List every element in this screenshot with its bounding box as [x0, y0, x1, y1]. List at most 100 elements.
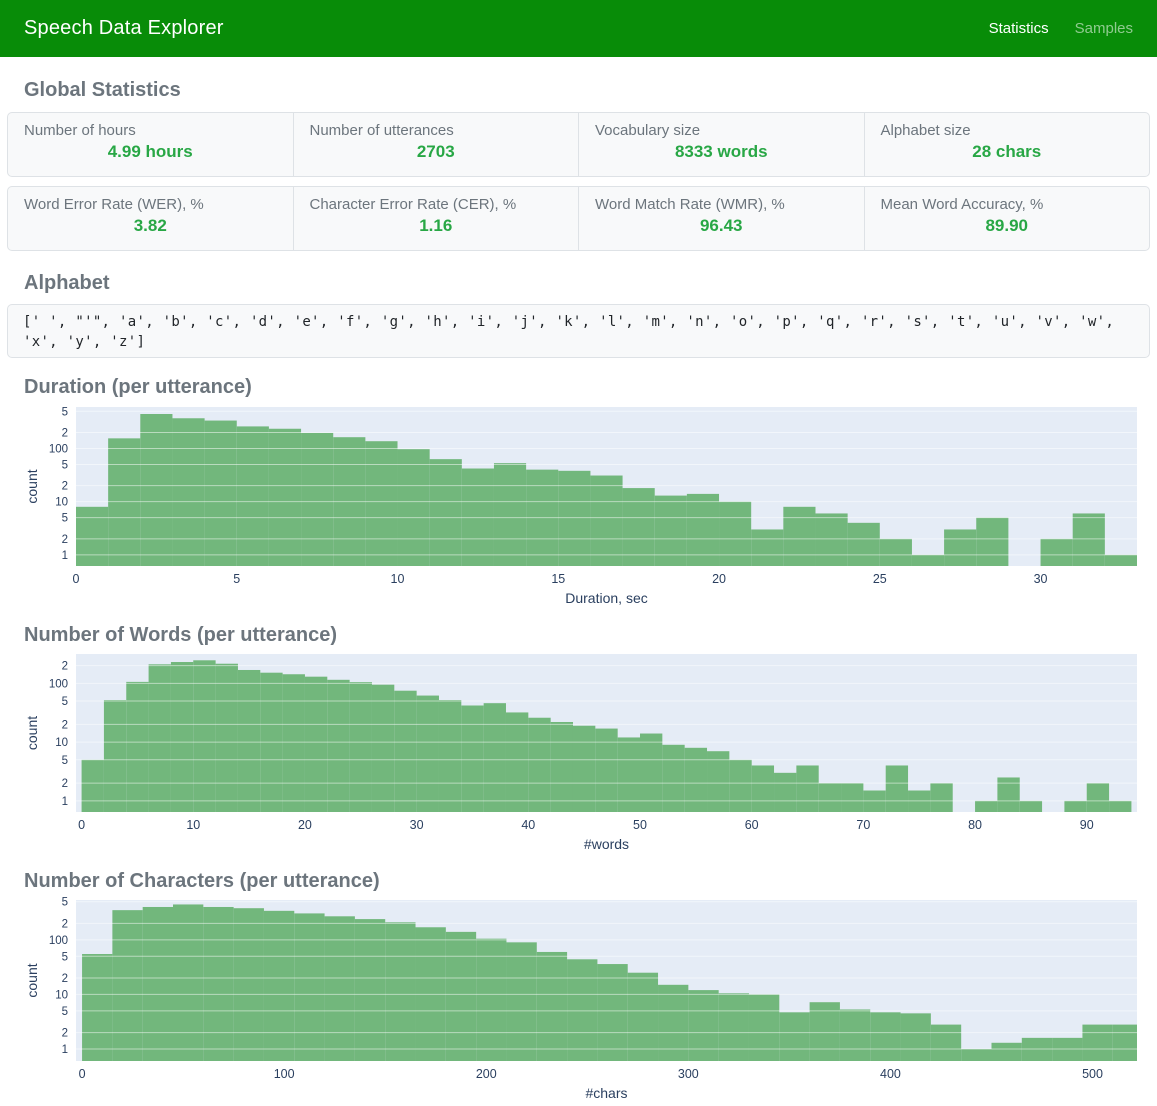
- histogram-bar[interactable]: [325, 916, 355, 1061]
- histogram-bar[interactable]: [1020, 801, 1042, 812]
- histogram-bar[interactable]: [961, 1049, 991, 1061]
- histogram-bar[interactable]: [783, 507, 815, 566]
- histogram-bar[interactable]: [108, 438, 140, 566]
- histogram-bar[interactable]: [238, 670, 260, 812]
- histogram-bar[interactable]: [707, 751, 729, 812]
- histogram-bar[interactable]: [112, 910, 142, 1061]
- histogram-bar[interactable]: [494, 463, 526, 566]
- histogram-bar[interactable]: [779, 1012, 809, 1061]
- histogram-bar[interactable]: [597, 964, 627, 1061]
- histogram-bar[interactable]: [944, 529, 976, 566]
- histogram-bar[interactable]: [476, 939, 506, 1061]
- histogram-bar[interactable]: [203, 907, 233, 1061]
- histogram-bar[interactable]: [719, 993, 749, 1061]
- histogram-bar[interactable]: [688, 990, 718, 1061]
- histogram-bar[interactable]: [430, 459, 462, 566]
- histogram-bar[interactable]: [976, 518, 1008, 566]
- histogram-bar[interactable]: [172, 418, 204, 566]
- histogram-bar[interactable]: [640, 734, 662, 812]
- histogram-bar[interactable]: [880, 539, 912, 566]
- histogram-bar[interactable]: [484, 703, 506, 812]
- duration-histogram[interactable]: 521005210521051015202530Duration, seccou…: [7, 399, 1157, 606]
- histogram-bar[interactable]: [840, 1009, 870, 1061]
- histogram-bar[interactable]: [573, 726, 595, 812]
- histogram-bar[interactable]: [76, 507, 108, 566]
- histogram-bar[interactable]: [749, 994, 779, 1061]
- histogram-bar[interactable]: [931, 1025, 961, 1061]
- histogram-bar[interactable]: [264, 911, 294, 1061]
- histogram-bar[interactable]: [997, 777, 1019, 812]
- histogram-bar[interactable]: [385, 922, 415, 1061]
- histogram-bar[interactable]: [446, 932, 476, 1061]
- histogram-bar[interactable]: [294, 913, 324, 1061]
- histogram-bar[interactable]: [685, 748, 707, 812]
- histogram-bar[interactable]: [628, 973, 658, 1061]
- histogram-bar[interactable]: [719, 502, 751, 566]
- histogram-bar[interactable]: [171, 662, 193, 812]
- histogram-bar[interactable]: [461, 705, 483, 812]
- histogram-bar[interactable]: [398, 449, 430, 566]
- histogram-bar[interactable]: [506, 712, 528, 812]
- histogram-bar[interactable]: [975, 801, 997, 812]
- characters-histogram[interactable]: 5210052105210100200300400500#charscount: [7, 893, 1157, 1106]
- histogram-bar[interactable]: [655, 496, 687, 566]
- histogram-bar[interactable]: [1109, 801, 1131, 812]
- histogram-bar[interactable]: [537, 952, 567, 1061]
- histogram-bar[interactable]: [886, 765, 908, 812]
- histogram-bar[interactable]: [1082, 1025, 1112, 1061]
- histogram-bar[interactable]: [662, 745, 684, 812]
- nav-statistics[interactable]: Statistics: [989, 20, 1049, 37]
- histogram-bar[interactable]: [143, 907, 173, 1061]
- histogram-bar[interactable]: [305, 677, 327, 812]
- histogram-bar[interactable]: [595, 729, 617, 812]
- histogram-bar[interactable]: [658, 985, 688, 1061]
- histogram-bar[interactable]: [796, 765, 818, 812]
- words-histogram[interactable]: 210052105210102030405060708090#wordscoun…: [7, 647, 1157, 852]
- histogram-bar[interactable]: [82, 760, 104, 812]
- histogram-bar[interactable]: [1073, 513, 1105, 566]
- nav-samples[interactable]: Samples: [1075, 20, 1133, 37]
- histogram-bar[interactable]: [205, 421, 237, 566]
- histogram-bar[interactable]: [729, 760, 751, 812]
- histogram-bar[interactable]: [394, 691, 416, 812]
- histogram-bar[interactable]: [1064, 801, 1086, 812]
- histogram-bar[interactable]: [1087, 783, 1109, 812]
- histogram-bar[interactable]: [82, 954, 112, 1061]
- histogram-bar[interactable]: [991, 1043, 1021, 1061]
- histogram-bar[interactable]: [216, 664, 238, 812]
- histogram-bar[interactable]: [355, 919, 385, 1061]
- histogram-bar[interactable]: [327, 680, 349, 812]
- histogram-bar[interactable]: [819, 783, 841, 812]
- histogram-bar[interactable]: [350, 682, 372, 812]
- histogram-bar[interactable]: [1113, 1025, 1137, 1061]
- histogram-bar[interactable]: [506, 942, 536, 1061]
- histogram-bar[interactable]: [173, 904, 203, 1061]
- histogram-bar[interactable]: [528, 718, 550, 812]
- histogram-bar[interactable]: [301, 433, 333, 566]
- histogram-bar[interactable]: [751, 529, 783, 566]
- histogram-bar[interactable]: [848, 523, 880, 566]
- histogram-bar[interactable]: [567, 959, 597, 1061]
- histogram-bar[interactable]: [774, 773, 796, 812]
- histogram-bar[interactable]: [930, 783, 952, 812]
- histogram-bar[interactable]: [372, 685, 394, 812]
- histogram-bar[interactable]: [1041, 539, 1073, 566]
- histogram-bar[interactable]: [234, 908, 264, 1061]
- histogram-bar[interactable]: [912, 555, 944, 566]
- histogram-bar[interactable]: [439, 700, 461, 812]
- histogram-bar[interactable]: [104, 700, 126, 812]
- histogram-bar[interactable]: [237, 426, 269, 566]
- histogram-bar[interactable]: [417, 696, 439, 812]
- histogram-bar[interactable]: [870, 1012, 900, 1061]
- histogram-bar[interactable]: [590, 476, 622, 566]
- histogram-bar[interactable]: [283, 674, 305, 812]
- histogram-bar[interactable]: [149, 664, 171, 812]
- histogram-bar[interactable]: [901, 1013, 931, 1061]
- histogram-bar[interactable]: [558, 471, 590, 566]
- histogram-bar[interactable]: [1105, 555, 1137, 566]
- histogram-bar[interactable]: [752, 765, 774, 812]
- histogram-bar[interactable]: [815, 513, 847, 566]
- histogram-bar[interactable]: [623, 488, 655, 566]
- histogram-bar[interactable]: [269, 429, 301, 566]
- histogram-bar[interactable]: [841, 783, 863, 812]
